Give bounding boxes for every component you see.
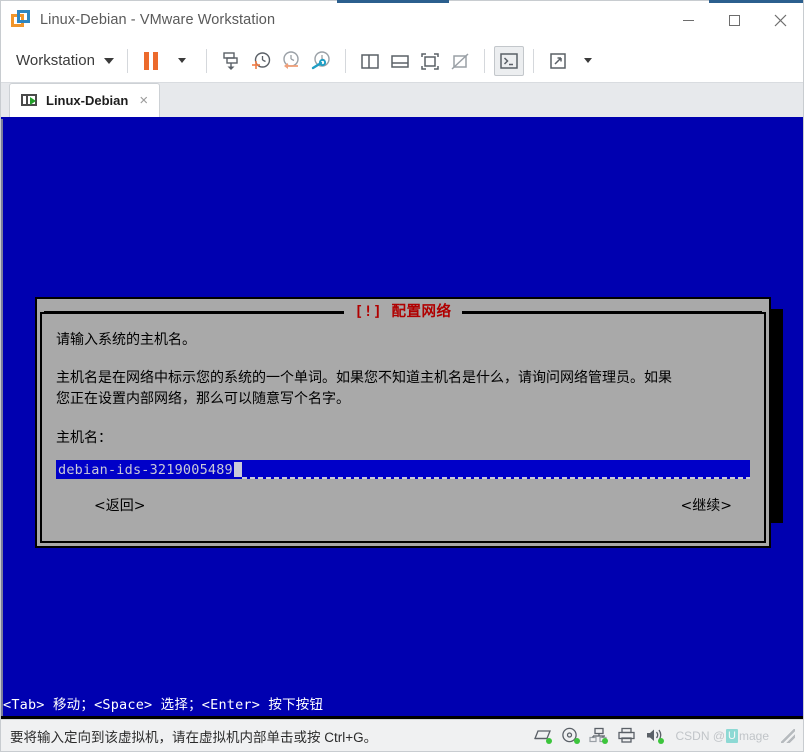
pause-icon — [143, 51, 158, 70]
hostname-input-value: debian-ids-3219005489 — [58, 461, 233, 478]
dialog-body: 请输入系统的主机名。 主机名是在网络中标示您的系统的一个单词。如果您不知道主机名… — [40, 312, 766, 543]
chevron-down-icon — [177, 58, 186, 63]
show-console-view-button[interactable] — [415, 46, 445, 76]
hostname-input-fill — [241, 460, 750, 479]
title-accent-right — [709, 0, 803, 3]
minimize-button[interactable] — [665, 1, 711, 39]
manage-snapshots-button[interactable] — [306, 46, 336, 76]
back-button[interactable]: <返回> — [94, 495, 145, 515]
vm-tab-strip: Linux-Debian × — [1, 83, 803, 119]
vmware-logo-icon — [11, 10, 31, 30]
window-controls — [665, 1, 803, 39]
clock-plus-icon — [251, 51, 271, 69]
dialog-button-row: <返回> <继续> — [56, 495, 750, 531]
vm-left-edge — [1, 119, 5, 719]
toolbar-separator — [532, 48, 534, 73]
pause-vm-button[interactable] — [137, 46, 167, 76]
show-library-button[interactable] — [355, 46, 385, 76]
dialog-paragraph-3: 您正在设置内部网络，那么可以随意写个名字。 — [56, 391, 350, 407]
tab-linux-debian[interactable]: Linux-Debian × — [9, 83, 161, 117]
fullscreen-box-icon — [421, 52, 439, 70]
maximize-button[interactable] — [711, 1, 757, 39]
window-title-bar: Linux-Debian - VMware Workstation — [1, 0, 803, 39]
status-message: 要将输入定向到该虚拟机，请在虚拟机内部单击或按 Ctrl+G。 — [10, 729, 378, 745]
toolbar-separator — [344, 48, 346, 73]
device-status-icons: CSDN @ U mage — [533, 727, 799, 744]
vm-screen-play-icon — [21, 93, 38, 109]
toolbar-separator — [205, 48, 207, 73]
snapshot-save-icon — [223, 51, 238, 70]
toolbar-separator — [126, 48, 128, 73]
clock-wrench-icon — [311, 50, 330, 69]
watermark-prefix: CSDN @ — [675, 728, 726, 743]
hard-disk-icon[interactable] — [533, 727, 553, 744]
vmware-workstation-window: Linux-Debian - VMware Workstation Workst… — [0, 0, 804, 752]
resize-grip[interactable] — [781, 728, 795, 743]
send-ctrl-alt-del-button[interactable] — [216, 46, 246, 76]
hostname-input[interactable]: debian-ids-3219005489 — [56, 460, 750, 479]
dialog-paragraph-1: 请输入系统的主机名。 — [56, 332, 196, 348]
vm-bottom-band — [1, 716, 803, 719]
panel-left-icon — [361, 53, 379, 69]
installer-key-help: <Tab> 移动；<Space> 选择；<Enter> 按下按钮 — [3, 697, 324, 713]
workstation-menu-button[interactable]: Workstation — [12, 49, 118, 72]
chevron-down-icon — [583, 58, 592, 63]
main-toolbar: Workstation — [1, 39, 803, 83]
expand-arrows-icon — [550, 52, 566, 69]
title-accent-left — [337, 0, 449, 3]
clock-back-icon — [283, 50, 299, 69]
show-thumbnail-bar-button[interactable] — [385, 46, 415, 76]
dialog-paragraph-2: 主机名是在网络中标示您的系统的一个单词。如果您不知道主机名是什么，请询问网络管理… — [56, 370, 672, 386]
workstation-menu-label: Workstation — [16, 52, 95, 69]
box-crossed-icon — [451, 52, 469, 70]
continue-button[interactable]: <继续> — [681, 495, 732, 515]
panel-bottom-icon — [391, 54, 409, 68]
hide-console-view-button[interactable] — [445, 46, 475, 76]
take-snapshot-button[interactable] — [246, 46, 276, 76]
watermark-badge: U — [726, 728, 738, 743]
cd-dvd-icon[interactable] — [561, 727, 581, 744]
full-screen-button[interactable] — [543, 46, 573, 76]
window-title: Linux-Debian - VMware Workstation — [40, 12, 276, 28]
configure-network-dialog: [!] 配置网络 请输入系统的主机名。 主机名是在网络中标示您的系统的一个单词。… — [35, 297, 771, 548]
network-adapter-icon[interactable] — [589, 727, 609, 744]
text-cursor — [233, 462, 242, 477]
minimize-icon — [682, 19, 694, 21]
maximize-icon — [728, 14, 740, 26]
sound-card-icon[interactable] — [645, 727, 665, 744]
watermark-suffix: mage — [738, 728, 769, 743]
revert-snapshot-button[interactable] — [276, 46, 306, 76]
csdn-watermark: CSDN @ U mage — [673, 728, 769, 743]
tab-close-icon[interactable]: × — [136, 93, 151, 108]
tab-label: Linux-Debian — [46, 93, 129, 108]
chevron-down-icon — [103, 57, 114, 64]
installer-dialog-wrapper: [!] 配置网络 请输入系统的主机名。 主机名是在网络中标示您的系统的一个单词。… — [35, 297, 783, 548]
pause-dropdown-button[interactable] — [167, 46, 197, 76]
status-bar: 要将输入定向到该虚拟机，请在虚拟机内部单击或按 Ctrl+G。 CSDN @ U… — [1, 719, 803, 751]
vm-console-viewport[interactable]: [!] 配置网络 请输入系统的主机名。 主机名是在网络中标示您的系统的一个单词。… — [1, 119, 803, 719]
close-icon — [774, 14, 786, 26]
dialog-title: [!] 配置网络 — [343, 304, 463, 320]
unity-mode-button[interactable] — [493, 45, 524, 76]
full-screen-dropdown-button[interactable] — [573, 46, 603, 76]
hostname-label: 主机名： — [56, 430, 112, 446]
close-button[interactable] — [757, 1, 803, 39]
terminal-icon — [500, 52, 518, 69]
printer-icon[interactable] — [617, 727, 636, 744]
toolbar-separator — [483, 48, 485, 73]
